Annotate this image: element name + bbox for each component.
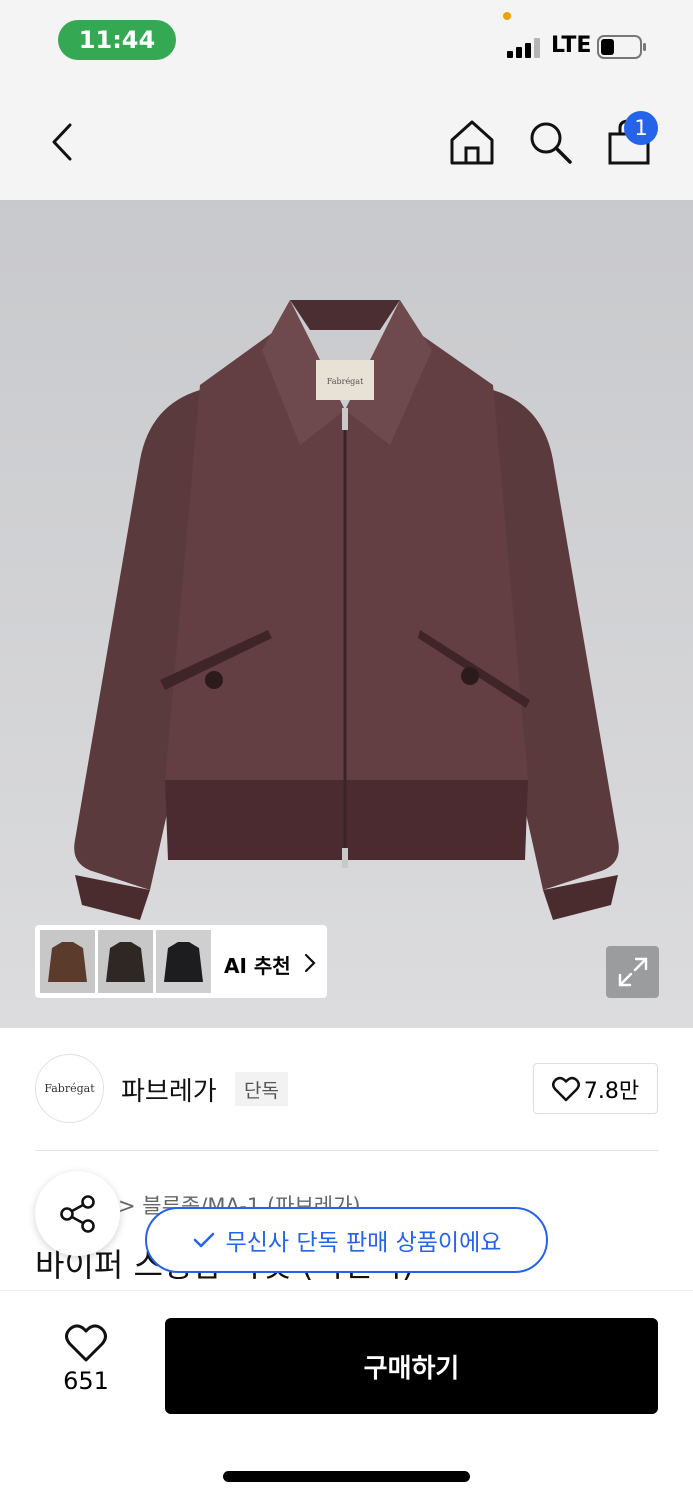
heart-icon bbox=[551, 1076, 580, 1101]
heart-icon bbox=[65, 1324, 107, 1362]
thumbnail-dark-leather-jacket[interactable] bbox=[98, 930, 153, 993]
exclusive-toast: 무신사 단독 판매 상품이에요 bbox=[145, 1207, 548, 1273]
brand-logo-text: Fabrégat bbox=[44, 1082, 95, 1095]
share-button[interactable] bbox=[35, 1171, 120, 1256]
home-button[interactable] bbox=[446, 116, 498, 168]
share-icon bbox=[59, 1194, 95, 1233]
ai-recommend-label[interactable]: AI 추천 bbox=[224, 950, 291, 979]
divider bbox=[35, 1150, 658, 1151]
battery-icon bbox=[597, 35, 646, 59]
network-label: LTE bbox=[551, 33, 592, 58]
status-bar: 11:44 LTE bbox=[0, 0, 693, 80]
jacket-thumbnail-icon bbox=[156, 930, 211, 993]
expand-icon bbox=[618, 957, 647, 987]
check-icon bbox=[193, 1232, 214, 1248]
toast-text: 무신사 단독 판매 상품이에요 bbox=[225, 1230, 502, 1256]
thumbnail-black-jacket[interactable] bbox=[156, 930, 211, 993]
cart-count-badge: 1 bbox=[624, 111, 658, 145]
status-time: 11:44 bbox=[58, 20, 176, 60]
jacket-thumbnail-icon bbox=[98, 930, 153, 993]
thumbnail-brown-jacket[interactable] bbox=[40, 930, 95, 993]
wishlist-count: 651 bbox=[63, 1367, 109, 1395]
chevron-right-icon bbox=[304, 953, 316, 973]
brand-like-button[interactable]: 7.8만 bbox=[533, 1063, 658, 1114]
home-icon bbox=[450, 120, 494, 165]
back-icon bbox=[52, 123, 72, 161]
jacket-thumbnail-icon bbox=[40, 930, 95, 993]
search-icon bbox=[530, 122, 572, 164]
search-button[interactable] bbox=[524, 116, 576, 168]
jacket-photo: Fabrégat bbox=[0, 200, 693, 1028]
svg-text:Fabrégat: Fabrégat bbox=[327, 377, 364, 386]
privacy-indicator-dot bbox=[503, 12, 511, 20]
brand-name[interactable]: 파브레가 bbox=[121, 1071, 217, 1108]
top-navigation-bar bbox=[0, 80, 693, 200]
brand-logo[interactable]: Fabrégat bbox=[35, 1054, 104, 1123]
buy-button[interactable]: 구매하기 bbox=[165, 1318, 658, 1414]
product-image[interactable]: Fabrégat bbox=[0, 200, 693, 1028]
exclusive-tag: 단독 bbox=[235, 1072, 288, 1106]
expand-image-button[interactable] bbox=[606, 946, 659, 998]
back-button[interactable] bbox=[40, 120, 84, 164]
wishlist-button[interactable]: 651 bbox=[50, 1323, 122, 1405]
breadcrumb-separator: > bbox=[118, 1194, 143, 1218]
home-indicator[interactable] bbox=[223, 1471, 470, 1482]
brand-like-count: 7.8만 bbox=[583, 1078, 640, 1104]
signal-icon bbox=[507, 38, 540, 58]
